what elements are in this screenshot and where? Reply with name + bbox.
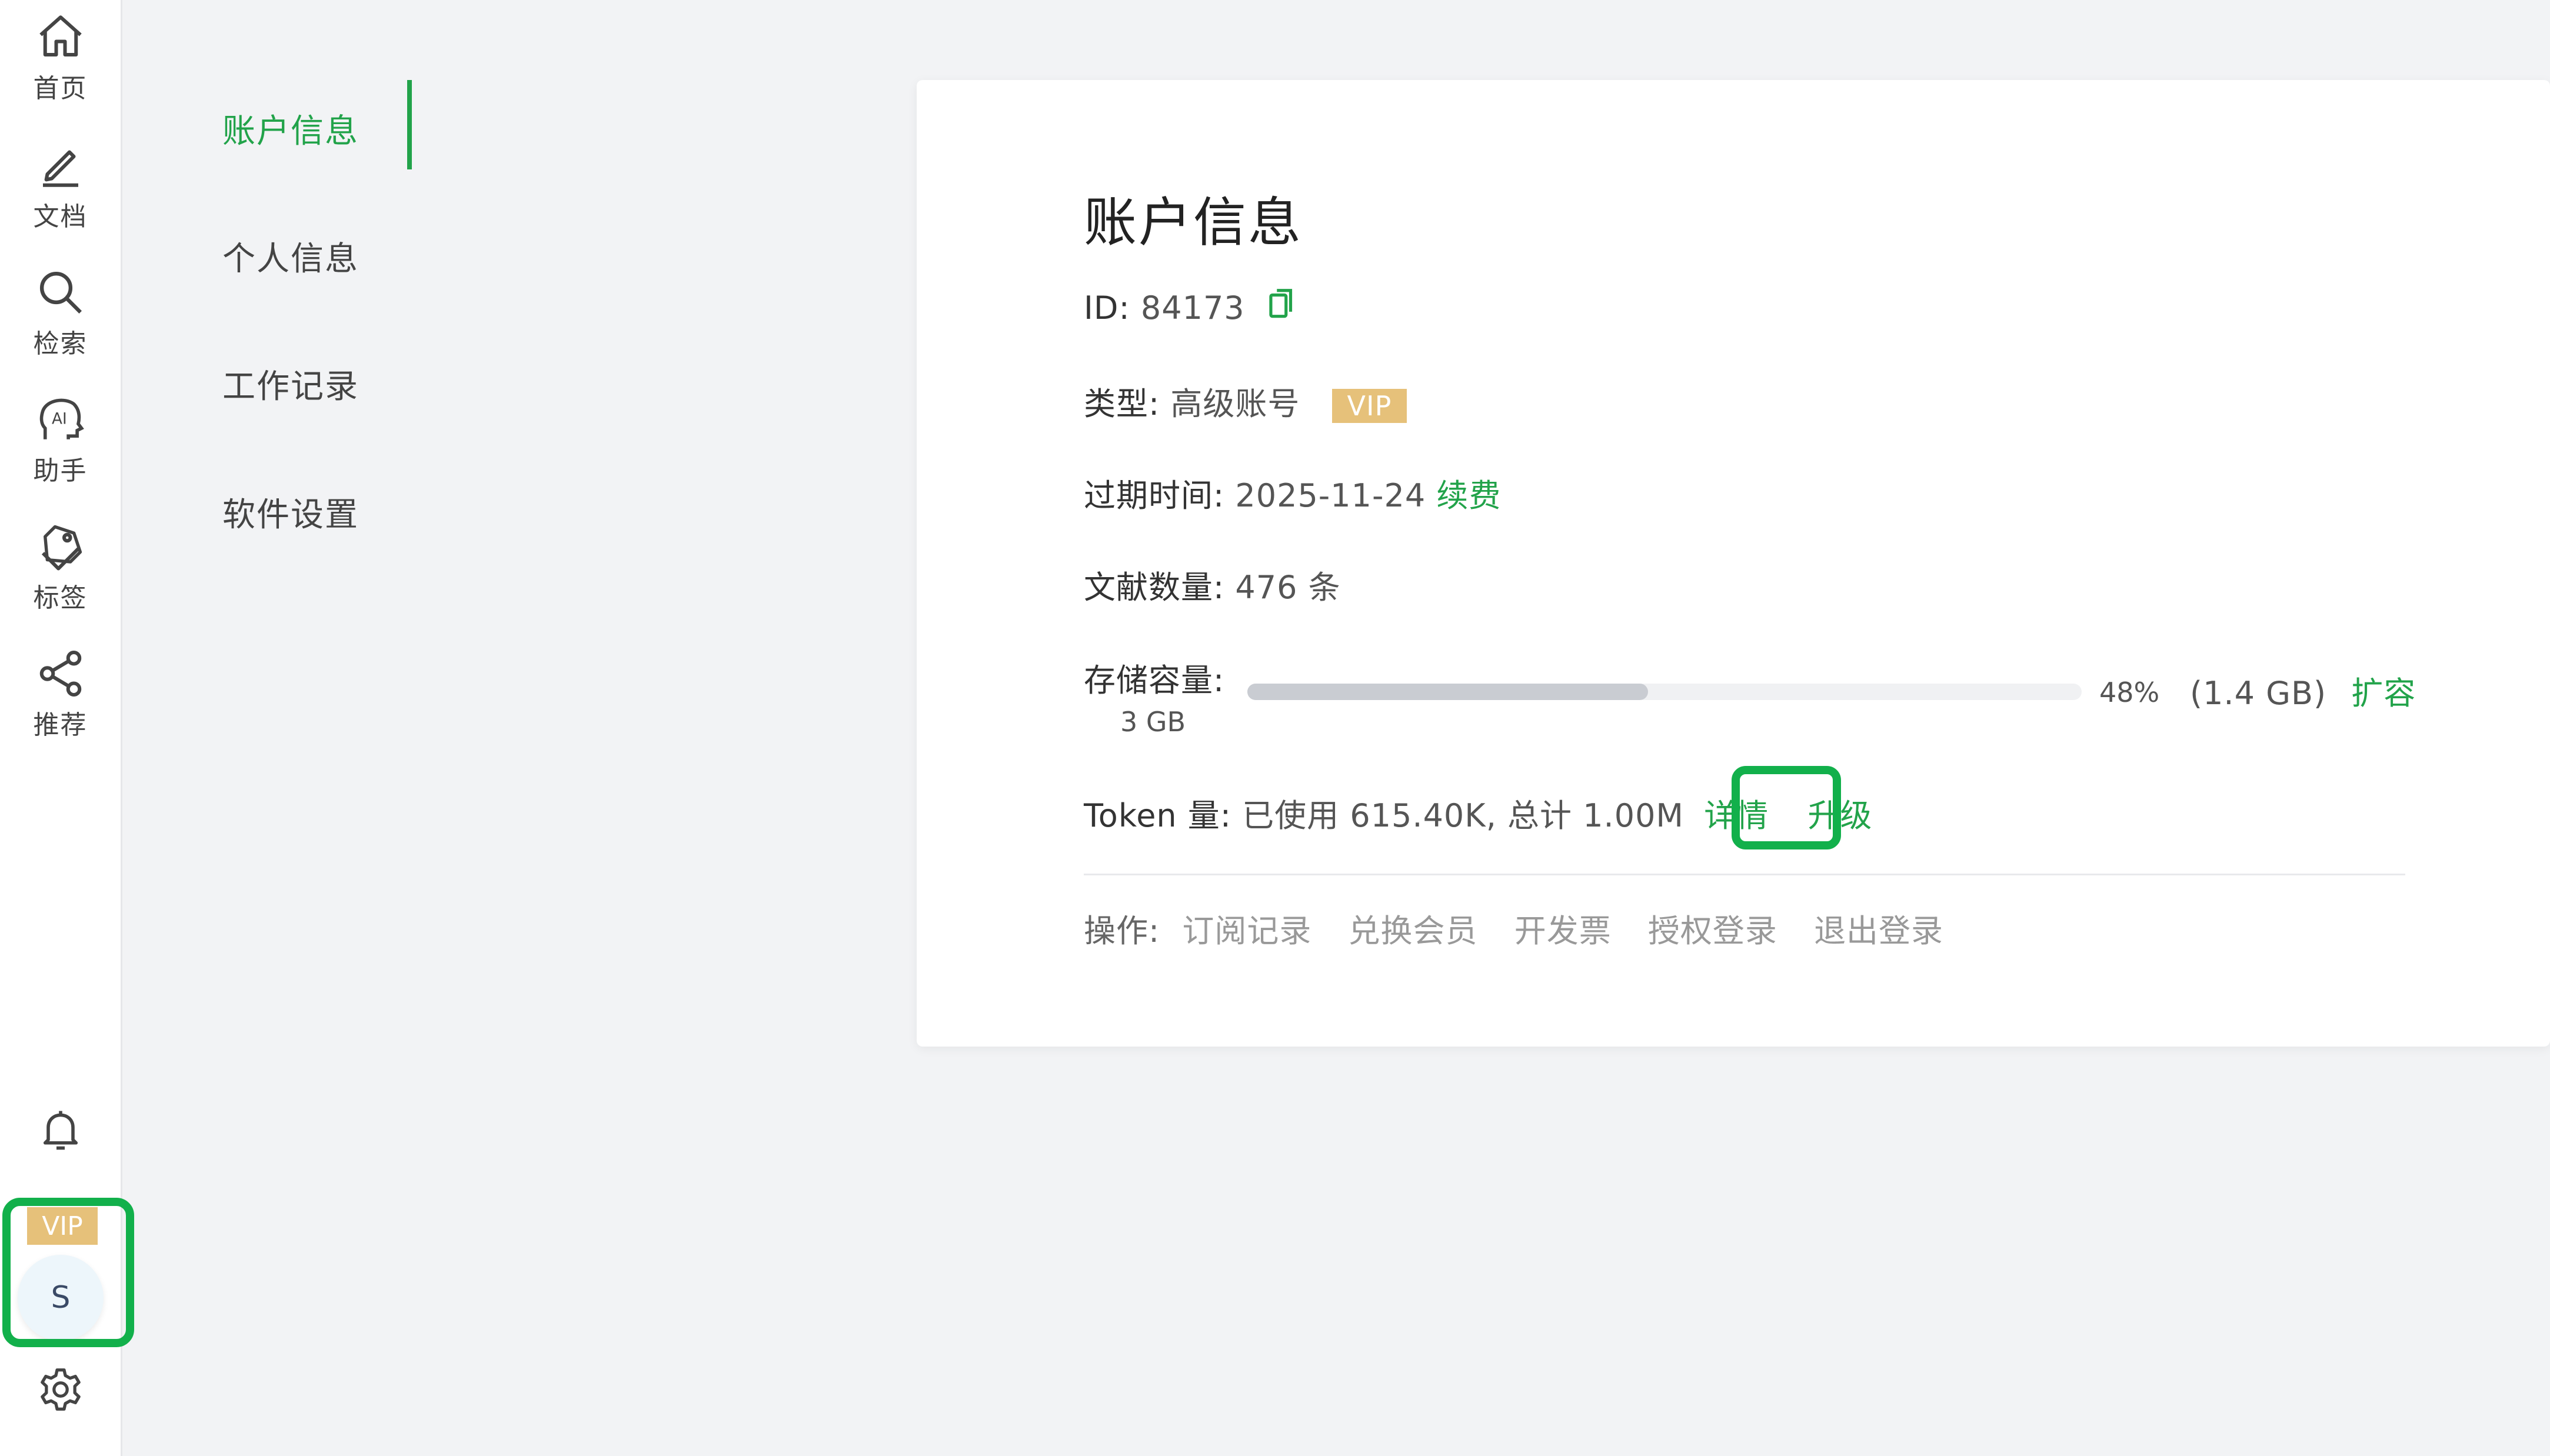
sidebar-item-search[interactable]: 检索: [0, 266, 121, 384]
subscription-records-link[interactable]: 订阅记录: [1182, 912, 1311, 949]
home-icon: [39, 15, 82, 56]
upgrade-highlight-box: [1732, 766, 1841, 849]
sidebar-item-recommend[interactable]: 推荐: [0, 647, 121, 765]
search-icon: [39, 271, 82, 314]
invoice-link[interactable]: 开发票: [1514, 912, 1612, 949]
storage-percent: 48%: [2099, 677, 2160, 708]
vip-badge: VIP: [1331, 389, 1407, 424]
subnav-software-settings[interactable]: 软件设置: [222, 488, 359, 536]
storage-progress-fill: [1247, 684, 1648, 700]
operations-row: 操作: 订阅记录 兑换会员 开发票 授权登录 退出登录: [1084, 905, 1943, 951]
id-value: 84173: [1140, 289, 1245, 326]
docs-value: 476 条: [1235, 569, 1341, 606]
avatar-highlight-box: [2, 1198, 134, 1347]
sidebar-item-label: 检索: [33, 329, 88, 359]
docs-label: 文献数量:: [1084, 569, 1225, 606]
renew-link[interactable]: 续费: [1436, 477, 1501, 514]
copy-id-button[interactable]: [1256, 289, 1297, 326]
sidebar-item-label: 首页: [33, 74, 88, 104]
subnav-work-records[interactable]: 工作记录: [222, 360, 359, 408]
notification-button[interactable]: [0, 1105, 121, 1154]
bell-icon: [43, 1111, 78, 1150]
page-title: 账户信息: [1084, 192, 1303, 254]
ai-assistant-icon: AI: [39, 398, 84, 439]
type-row: 类型: 高级账号 VIP: [1084, 378, 1407, 424]
storage-label: 存储容量:: [1084, 662, 1225, 699]
expire-row: 过期时间: 2025-11-24 续费: [1084, 469, 1501, 516]
copy-icon: [1269, 289, 1292, 318]
sidebar-item-home[interactable]: 首页: [0, 11, 121, 128]
tag-icon: [41, 525, 82, 571]
storage-total: 3 GB: [1120, 706, 1186, 738]
sidebar-item-tags[interactable]: 标签: [0, 520, 121, 638]
token-value: 已使用 615.40K, 总计 1.00M: [1242, 797, 1685, 834]
storage-used: (1.4 GB): [2190, 675, 2327, 712]
type-value: 高级账号: [1170, 385, 1300, 422]
divider: [1084, 874, 2405, 875]
edit-icon: [42, 150, 78, 187]
docs-row: 文献数量: 476 条: [1084, 561, 1341, 608]
redeem-membership-link[interactable]: 兑换会员: [1349, 912, 1478, 949]
expire-value: 2025-11-24: [1235, 477, 1426, 514]
logout-link[interactable]: 退出登录: [1814, 912, 1943, 949]
id-label: ID:: [1084, 289, 1130, 326]
sidebar-item-label: 助手: [33, 456, 88, 486]
token-label: Token 量:: [1084, 797, 1231, 834]
type-label: 类型:: [1084, 385, 1160, 422]
sidebar-item-docs[interactable]: 文档: [0, 139, 121, 256]
id-row: ID: 84173: [1084, 286, 1297, 326]
sidebar-item-label: 推荐: [33, 710, 88, 740]
settings-button[interactable]: [0, 1365, 121, 1414]
gear-icon: [40, 1368, 81, 1411]
sidebar-item-label: 标签: [33, 583, 88, 613]
ops-label: 操作:: [1084, 912, 1160, 949]
storage-progress-bar: [1247, 684, 2082, 700]
expire-label: 过期时间:: [1084, 477, 1225, 514]
share-icon: [39, 651, 81, 697]
subnav-personal-info[interactable]: 个人信息: [222, 232, 359, 280]
sidebar-item-assistant[interactable]: AI 助手: [0, 393, 121, 511]
expand-link[interactable]: 扩容: [2351, 675, 2416, 712]
subnav-account-info[interactable]: 账户信息: [222, 105, 359, 152]
sidebar-item-label: 文档: [33, 202, 88, 232]
svg-text:AI: AI: [52, 411, 67, 428]
authorize-login-link[interactable]: 授权登录: [1648, 912, 1777, 949]
subnav-active-indicator: [407, 80, 412, 169]
storage-used-row: (1.4 GB) 扩容: [2190, 667, 2416, 714]
